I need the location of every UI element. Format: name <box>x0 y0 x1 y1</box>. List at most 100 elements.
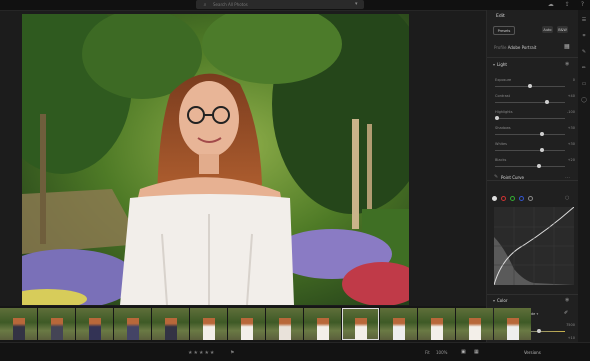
slider-thumb[interactable] <box>540 132 544 136</box>
slider-value[interactable]: 7500 <box>566 323 575 327</box>
color-eye-icon[interactable]: ◉ <box>565 297 569 303</box>
tool-strip: ☰ ⌗ ✎ ✏ ▭ ◯ <box>578 10 590 348</box>
red-channel-icon[interactable] <box>501 196 506 201</box>
thumbnail-figure <box>241 318 253 340</box>
point-curve-title: Point Curve <box>501 175 525 180</box>
light-eye-icon[interactable]: ◉ <box>565 61 569 67</box>
blue-channel-icon[interactable] <box>519 196 524 201</box>
cloud-sync-icon[interactable]: ☁ <box>548 1 554 8</box>
bw-button[interactable]: B&W <box>557 26 568 33</box>
slider-thumb[interactable] <box>528 84 532 88</box>
slider-track[interactable] <box>495 134 565 135</box>
versions-button[interactable]: Versions <box>524 350 541 355</box>
filmstrip-thumbnail[interactable] <box>114 308 151 340</box>
slider-value[interactable]: +30 <box>568 126 575 130</box>
slider-thumb[interactable] <box>537 164 541 168</box>
filmstrip-thumbnail[interactable] <box>76 308 113 340</box>
curve-edit-icon[interactable]: ✎ <box>494 174 498 180</box>
filmstrip-thumbnail[interactable] <box>0 308 37 340</box>
divider <box>487 294 578 295</box>
profile-value[interactable]: Adobe Portrait <box>508 45 537 50</box>
zoom-level[interactable]: 100% <box>436 350 447 355</box>
slider-value[interactable]: 0 <box>573 78 575 82</box>
slider-label: Highlights <box>495 110 513 114</box>
curve-channel-picker[interactable] <box>492 196 533 201</box>
filmstrip-thumbnail[interactable] <box>418 308 455 340</box>
presets-button[interactable]: Presets <box>493 26 515 35</box>
slider-track[interactable] <box>495 102 565 103</box>
filmstrip-thumbnail[interactable] <box>228 308 265 340</box>
compare-icon[interactable]: ▣ <box>461 349 466 355</box>
filmstrip-thumbnail[interactable] <box>152 308 189 340</box>
filter-icon[interactable]: ▾ <box>355 1 358 7</box>
fit-label[interactable]: Fit <box>425 350 430 355</box>
filmstrip <box>0 306 531 342</box>
slider-track[interactable] <box>495 166 565 167</box>
main-photo <box>22 14 409 305</box>
filmstrip-thumbnail[interactable] <box>38 308 75 340</box>
slider-label: Contrast <box>495 94 510 98</box>
target-adjust-icon[interactable] <box>528 196 533 201</box>
bottom-bar: ★★★★★ ⚑ Fit 100% ▣ ▦ Versions <box>0 342 590 361</box>
white-channel-icon[interactable] <box>492 196 497 201</box>
chevron-down-icon: ▾ <box>536 312 539 316</box>
filmstrip-thumbnail[interactable] <box>304 308 341 340</box>
exposure-slider[interactable]: Exposure 0 <box>495 78 575 92</box>
auto-button[interactable]: Auto <box>542 26 553 33</box>
thumbnail-figure <box>13 318 25 340</box>
thumbnail-figure <box>89 318 101 340</box>
slider-thumb[interactable] <box>495 116 499 120</box>
slider-track[interactable] <box>495 150 565 151</box>
crop-icon[interactable]: ⌗ <box>583 33 586 39</box>
slider-thumb[interactable] <box>537 329 541 333</box>
slider-value[interactable]: -100 <box>567 110 575 114</box>
flag-icon[interactable]: ⚑ <box>230 350 234 356</box>
star-rating[interactable]: ★★★★★ <box>188 350 215 356</box>
healing-brush-icon[interactable]: ✎ <box>582 49 586 55</box>
slider-value[interactable]: +20 <box>568 158 575 162</box>
slider-thumb[interactable] <box>545 100 549 104</box>
color-section-title: Color <box>497 298 508 303</box>
slider-value[interactable]: +10 <box>568 336 575 340</box>
point-curve-graph[interactable] <box>494 207 574 285</box>
radial-gradient-icon[interactable]: ◯ <box>581 97 587 103</box>
slider-thumb[interactable] <box>540 148 544 152</box>
filmstrip-thumbnail[interactable] <box>456 308 493 340</box>
light-section-title: Light <box>497 62 507 67</box>
top-icons: ☁ ⇪ ? <box>548 1 584 8</box>
curve-menu-icon[interactable]: … <box>565 174 570 180</box>
brush-icon[interactable]: ✏ <box>582 65 586 71</box>
slider-track[interactable] <box>495 118 565 119</box>
view-mode-icon[interactable]: ▦ <box>474 349 479 355</box>
linear-gradient-icon[interactable]: ▭ <box>582 81 587 87</box>
divider <box>487 57 578 58</box>
chevron-down-icon: ▾ <box>493 62 496 67</box>
search-box[interactable]: ⌕ <box>196 0 364 9</box>
shadows-slider[interactable]: Shadows +30 <box>495 126 575 140</box>
filmstrip-thumbnail[interactable] <box>380 308 417 340</box>
green-channel-icon[interactable] <box>510 196 515 201</box>
reset-curve-icon[interactable]: ○ <box>565 195 569 201</box>
filmstrip-thumbnail[interactable] <box>494 308 531 340</box>
highlights-slider[interactable]: Highlights -100 <box>495 110 575 124</box>
thumbnail-figure <box>355 318 367 340</box>
color-section-header[interactable]: ▾ Color <box>493 298 507 303</box>
point-curve-header[interactable]: Point Curve <box>501 175 524 180</box>
thumbnail-figure <box>469 318 481 340</box>
help-icon[interactable]: ? <box>581 1 584 8</box>
whites-slider[interactable]: Whites +30 <box>495 142 575 156</box>
filmstrip-thumbnail[interactable] <box>342 308 379 340</box>
blacks-slider[interactable]: Blacks +20 <box>495 158 575 172</box>
search-input[interactable] <box>209 0 343 9</box>
filmstrip-thumbnail[interactable] <box>266 308 303 340</box>
slider-value[interactable]: +30 <box>568 142 575 146</box>
light-section-header[interactable]: ▾ Light <box>493 62 507 67</box>
filmstrip-thumbnail[interactable] <box>190 308 227 340</box>
eyedropper-icon[interactable]: ✐ <box>564 310 568 316</box>
contrast-slider[interactable]: Contrast +40 <box>495 94 575 108</box>
edit-sliders-icon[interactable]: ☰ <box>582 17 586 23</box>
profile-browser-icon[interactable]: ▦ <box>564 43 570 50</box>
slider-value[interactable]: +40 <box>568 94 575 98</box>
share-icon[interactable]: ⇪ <box>565 1 570 8</box>
profile-row[interactable]: Profile Adobe Portrait <box>494 45 536 50</box>
